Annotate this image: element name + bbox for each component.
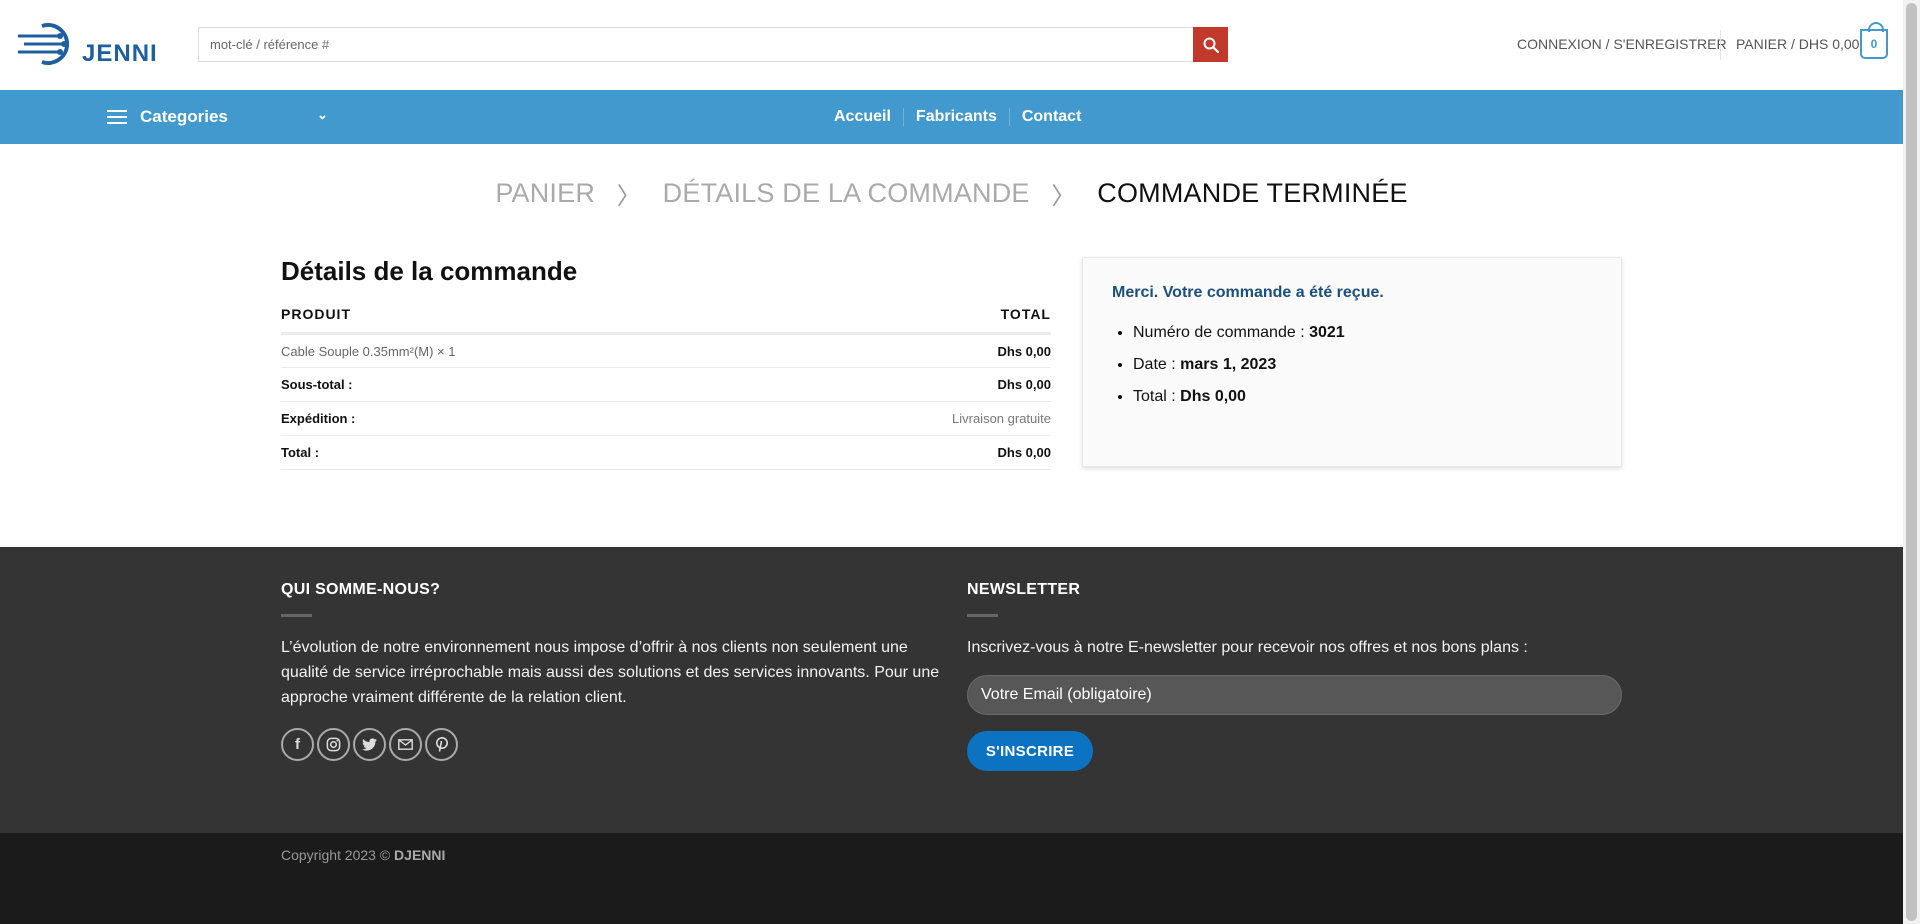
login-register-link[interactable]: CONNEXION / S'ENREGISTRER: [1517, 36, 1727, 52]
footer-newsletter-title: NEWSLETTER: [967, 581, 1081, 598]
order-details: Détails de la commande PRODUIT TOTAL Cab…: [281, 256, 1051, 470]
cart-link[interactable]: PANIER / DHS 0,00: [1736, 36, 1859, 52]
table-row: Expédition : Livraison gratuite: [281, 401, 1051, 436]
list-item: Numéro de commande : 3021: [1133, 324, 1592, 342]
step-order-complete: COMMANDE TERMINÉE: [1097, 178, 1408, 208]
chevron-right-icon: 〉: [1051, 183, 1076, 210]
shipping-value: Livraison gratuite: [772, 401, 1051, 436]
instagram-icon[interactable]: [317, 728, 350, 761]
copyright: Copyright 2023 © DJENNI: [281, 847, 445, 863]
subtotal-label: Sous-total :: [281, 367, 773, 402]
categories-menu-toggle[interactable]: Categories ⌄: [107, 90, 332, 144]
subscribe-button[interactable]: S'INSCRIRE: [967, 731, 1093, 771]
search-input[interactable]: [198, 27, 1193, 62]
order-date-value: mars 1, 2023: [1180, 356, 1277, 373]
copyright-brand: DJENNI: [394, 847, 446, 863]
step-order-details[interactable]: DÉTAILS DE LA COMMANDE: [663, 178, 1030, 208]
social-links: f: [281, 728, 941, 761]
twitter-icon[interactable]: [353, 728, 386, 761]
chevron-right-icon: 〉: [616, 183, 641, 210]
total-label: Total :: [281, 435, 773, 470]
column-header-product: PRODUIT: [281, 306, 773, 335]
nav-link-contact[interactable]: Contact: [1008, 108, 1094, 126]
footer-about: QUI SOMME-NOUS? L’évolution de notre env…: [281, 581, 941, 761]
title-divider: [967, 614, 998, 617]
total-value: Dhs 0,00: [772, 435, 1051, 470]
list-item: Total : Dhs 0,00: [1133, 388, 1592, 406]
search-form: [198, 27, 1228, 62]
categories-label: Categories: [140, 107, 228, 126]
footer-newsletter-text: Inscrivez-vous à notre E-newsletter pour…: [967, 639, 1528, 656]
table-row: Sous-total : Dhs 0,00: [281, 367, 1051, 402]
title-divider: [281, 614, 312, 617]
subtotal-value: Dhs 0,00: [772, 367, 1051, 402]
nav-link-accueil[interactable]: Accueil: [822, 108, 903, 126]
order-total-value: Dhs 0,00: [1180, 388, 1246, 405]
search-icon: [1203, 37, 1219, 53]
order-number-label: Numéro de commande :: [1133, 324, 1305, 341]
copyright-prefix: Copyright 2023 ©: [281, 847, 391, 863]
step-cart[interactable]: PANIER: [495, 178, 595, 208]
order-overview-list: Numéro de commande : 3021 Date : mars 1,…: [1112, 324, 1592, 406]
email-icon[interactable]: [389, 728, 422, 761]
order-received-box: Merci. Votre commande a été reçue. Numér…: [1082, 257, 1622, 467]
logo-text: JENNI: [82, 40, 158, 67]
shipping-label: Expédition :: [281, 401, 773, 436]
newsletter-email-input[interactable]: Votre Email (obligatoire): [967, 675, 1622, 715]
footer-newsletter: NEWSLETTER Inscrivez-vous à notre E-news…: [967, 581, 1627, 771]
scrollbar-thumb[interactable]: [1906, 3, 1917, 921]
footer-about-title: QUI SOMME-NOUS?: [281, 581, 441, 598]
table-row: Total : Dhs 0,00: [281, 435, 1051, 470]
chevron-down-icon: ⌄: [317, 107, 328, 122]
list-item: Date : mars 1, 2023: [1133, 356, 1592, 374]
cart-count-badge[interactable]: 0: [1860, 22, 1888, 59]
table-row: Cable Souple 0.35mm²(M) × 1 Dhs 0,00: [281, 333, 1051, 368]
nav-links: Accueil Fabricants Contact: [822, 90, 1093, 144]
pinterest-icon[interactable]: [425, 728, 458, 761]
menu-icon: [107, 110, 127, 124]
main-nav: Categories ⌄ Accueil Fabricants Contact: [0, 90, 1903, 144]
order-table: PRODUIT TOTAL Cable Souple 0.35mm²(M) × …: [281, 306, 1051, 470]
search-button[interactable]: [1193, 27, 1228, 62]
logo-circuit-icon: [18, 23, 70, 65]
order-details-title: Détails de la commande: [281, 256, 578, 286]
product-name-link[interactable]: Cable Souple 0.35mm²(M) × 1: [281, 333, 773, 368]
facebook-icon[interactable]: f: [281, 728, 314, 761]
column-header-total: TOTAL: [772, 306, 1051, 335]
page-scrollbar[interactable]: [1903, 0, 1920, 924]
order-date-label: Date :: [1133, 356, 1176, 373]
footer-about-text: L’évolution de notre environnement nous …: [281, 639, 940, 706]
footer-bottom-bar: Copyright 2023 © DJENNI: [0, 833, 1903, 924]
order-number-value: 3021: [1309, 324, 1345, 341]
order-received-message: Merci. Votre commande a été reçue.: [1112, 284, 1384, 301]
header-divider: [1720, 30, 1721, 60]
product-total: Dhs 0,00: [772, 333, 1051, 368]
site-footer: QUI SOMME-NOUS? L’évolution de notre env…: [0, 547, 1903, 833]
checkout-steps: PANIER 〉 DÉTAILS DE LA COMMANDE 〉 COMMAN…: [0, 176, 1903, 211]
order-total-label: Total :: [1133, 388, 1176, 405]
site-header: JENNI CONNEXION / S'ENREGISTRER PANIER /…: [0, 0, 1903, 90]
site-logo[interactable]: JENNI: [18, 22, 168, 67]
nav-link-fabricants[interactable]: Fabricants: [902, 108, 1009, 126]
